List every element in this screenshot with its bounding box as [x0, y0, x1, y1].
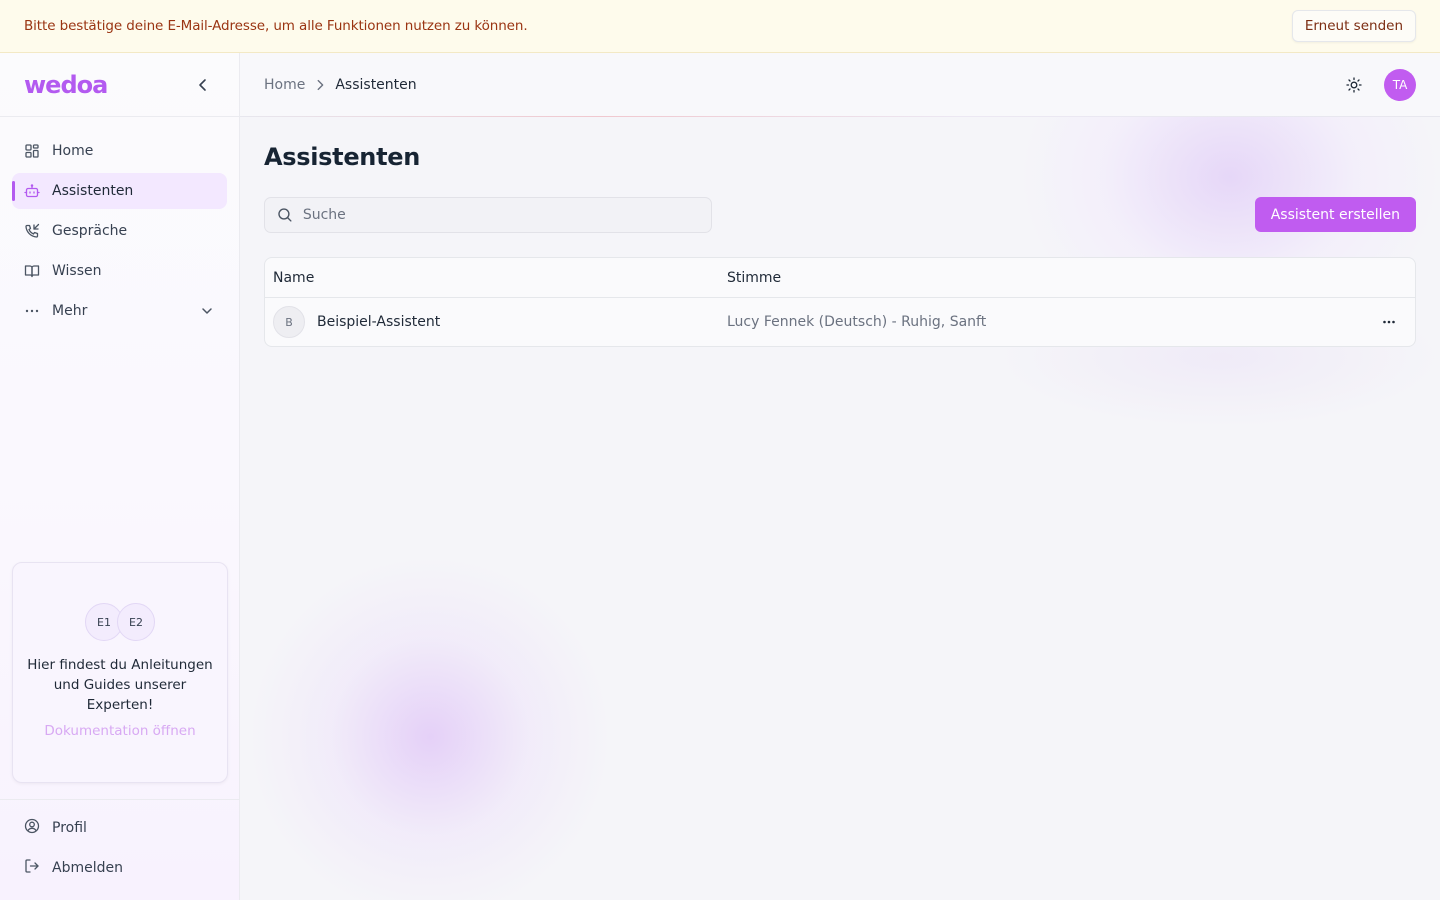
sidebar-item-home[interactable]: Home [12, 133, 227, 169]
table-row[interactable]: B Beispiel-Assistent Lucy Fennek (Deutsc… [265, 298, 1415, 346]
collapse-sidebar-button[interactable] [191, 73, 215, 97]
create-assistant-button[interactable]: Assistent erstellen [1254, 197, 1416, 232]
sidebar-item-profil[interactable]: Profil [12, 810, 227, 846]
page-title: Assistenten [264, 143, 421, 171]
column-header-voice: Stimme [727, 269, 782, 286]
header-actions: TA [1342, 69, 1416, 101]
book-open-icon [24, 263, 40, 279]
sidebar-item-mehr[interactable]: Mehr [12, 293, 227, 329]
sidebar-item-assistenten[interactable]: Assistenten [12, 173, 227, 209]
phone-call-icon [24, 223, 40, 239]
sidebar-item-label: Wissen [52, 263, 102, 279]
logout-icon [24, 858, 40, 878]
background-glow [250, 557, 610, 900]
assistant-voice: Lucy Fennek (Deutsch) - Ruhig, Sanft [727, 314, 987, 330]
sidebar-item-wissen[interactable]: Wissen [12, 253, 227, 289]
sidebar-item-label: Abmelden [52, 860, 123, 876]
documentation-text: Hier findest du Anleitungen und Guides u… [27, 657, 213, 713]
expert-avatars: E1 E2 [85, 603, 155, 641]
more-horizontal-icon [1383, 320, 1395, 324]
assistant-name[interactable]: Beispiel-Assistent [317, 314, 440, 330]
sidebar: wedoa Home Assistenten Gespräche Wissen … [0, 53, 240, 900]
dashboard-grid-icon [24, 143, 40, 159]
open-documentation-link[interactable]: Dokumentation öffnen [44, 723, 195, 739]
sidebar-nav: Home Assistenten Gespräche Wissen Mehr [0, 117, 239, 329]
breadcrumb-home-link[interactable]: Home [264, 77, 305, 93]
table-header: Name Stimme [265, 258, 1415, 298]
sidebar-item-label: Assistenten [52, 183, 134, 199]
assistants-table: Name Stimme B Beispiel-Assistent Lucy Fe… [264, 257, 1416, 347]
search-icon [278, 208, 292, 222]
chevron-right-icon [317, 79, 324, 91]
search-box [264, 197, 712, 233]
sidebar-item-gespraeche[interactable]: Gespräche [12, 213, 227, 249]
sidebar-item-label: Mehr [52, 303, 88, 319]
breadcrumb-current: Assistenten [335, 77, 417, 93]
main-content: Assistenten Assistent erstellen Name Sti… [240, 117, 1440, 900]
sidebar-item-label: Gespräche [52, 223, 128, 239]
documentation-card: E1 E2 Hier findest du Anleitungen und Gu… [12, 562, 228, 783]
bot-icon [24, 183, 40, 199]
cell-name: B Beispiel-Assistent [265, 306, 719, 338]
sidebar-item-label: Profil [52, 820, 87, 836]
sun-icon [1346, 77, 1362, 93]
chevron-left-icon [199, 78, 206, 91]
column-header-name: Name [273, 269, 315, 286]
breadcrumb: Home Assistenten [264, 77, 417, 93]
user-circle-icon [24, 818, 40, 838]
sidebar-header: wedoa [0, 53, 239, 117]
top-bar: Home Assistenten TA [240, 53, 1440, 117]
theme-toggle-button[interactable] [1342, 73, 1366, 97]
avatar: B [273, 306, 305, 338]
row-actions-button[interactable] [1369, 306, 1409, 338]
avatar: E2 [117, 603, 155, 641]
user-avatar[interactable]: TA [1384, 69, 1416, 101]
wedoa-logo[interactable]: wedoa [24, 71, 108, 99]
email-verification-banner: Bitte bestätige deine E-Mail-Adresse, um… [0, 0, 1440, 53]
logout-button[interactable]: Abmelden [12, 850, 227, 886]
chevron-down-icon [199, 303, 215, 319]
sidebar-footer: Profil Abmelden [0, 799, 239, 900]
ellipsis-icon [24, 303, 40, 319]
banner-message: Bitte bestätige deine E-Mail-Adresse, um… [24, 18, 528, 34]
search-input[interactable] [302, 207, 699, 223]
resend-email-button[interactable]: Erneut senden [1291, 10, 1416, 42]
sidebar-item-label: Home [52, 143, 94, 159]
